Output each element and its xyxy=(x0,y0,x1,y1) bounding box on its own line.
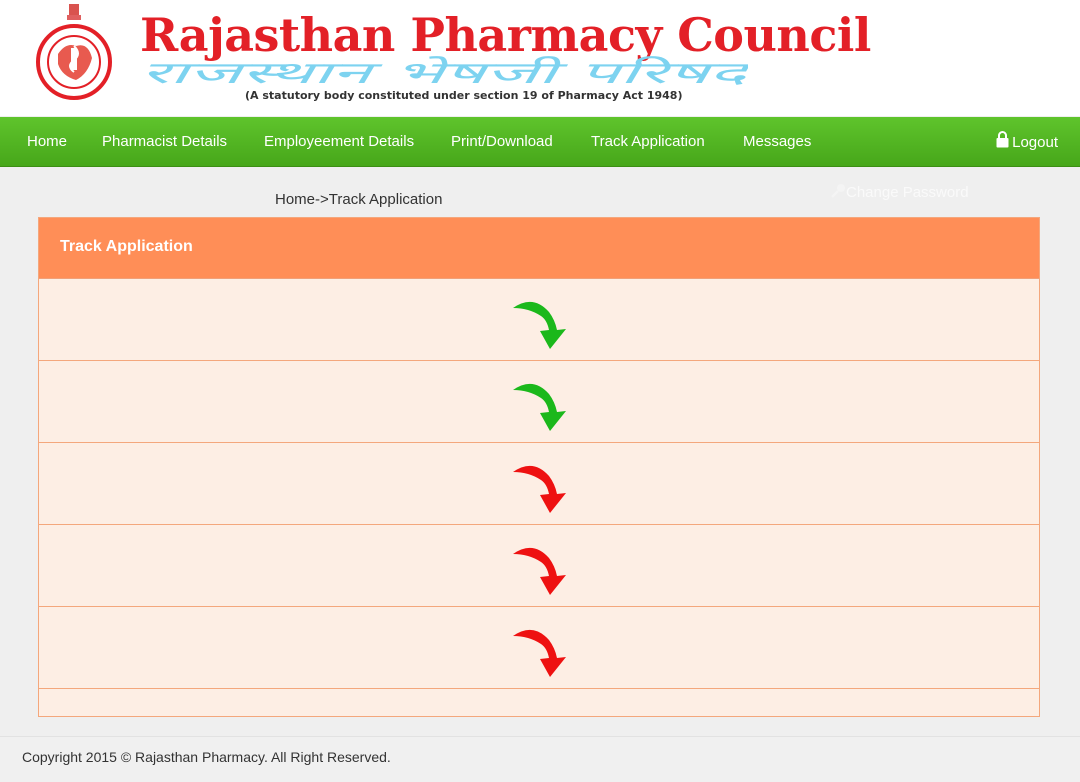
step-row xyxy=(39,360,1039,443)
step-row xyxy=(39,524,1039,607)
main-nav: Home Pharmacist Details Employeement Det… xyxy=(0,117,1080,167)
nav-pharmacist-details[interactable]: Pharmacist Details xyxy=(102,117,227,166)
green-arrow-icon xyxy=(513,383,566,431)
red-arrow-icon xyxy=(513,629,566,677)
site-subtitle: (A statutory body constituted under sect… xyxy=(245,89,683,102)
nav-messages[interactable]: Messages xyxy=(743,117,811,166)
step-row xyxy=(39,442,1039,525)
nav-track-application[interactable]: Track Application xyxy=(591,117,705,166)
council-seal-icon xyxy=(36,4,112,100)
green-arrow-icon xyxy=(513,301,566,349)
logout-button[interactable]: Logout xyxy=(996,117,1058,166)
red-arrow-icon xyxy=(513,547,566,595)
breadcrumb: Home->Track Application xyxy=(275,191,443,208)
logout-label: Logout xyxy=(1012,134,1058,151)
site-title: Rajasthan Pharmacy Council xyxy=(140,8,871,62)
step-row xyxy=(39,606,1039,689)
step-row xyxy=(39,278,1039,361)
copyright-text: Copyright 2015 © Rajasthan Pharmacy. All… xyxy=(22,749,391,765)
nav-print-download[interactable]: Print/Download xyxy=(451,117,553,166)
red-arrow-icon xyxy=(513,465,566,513)
change-password-label: Change Password xyxy=(846,184,969,201)
nav-employement-details[interactable]: Employeement Details xyxy=(264,117,414,166)
nav-home[interactable]: Home xyxy=(27,117,67,166)
panel-header: Track Application xyxy=(39,218,1039,279)
footer: Copyright 2015 © Rajasthan Pharmacy. All… xyxy=(0,736,1080,782)
lock-icon xyxy=(996,131,1009,148)
key-icon xyxy=(831,184,845,198)
site-title-hindi: राजस्थान भेषजी परिषद xyxy=(140,56,748,88)
change-password-link[interactable]: Change Password xyxy=(831,183,969,201)
panel-title: Track Application xyxy=(60,238,193,255)
svg-text:राजस्थान भेषजी परिषद: राजस्थान भेषजी परिषद xyxy=(140,56,748,88)
site-header: Rajasthan Pharmacy Council राजस्थान भेषज… xyxy=(0,0,1080,116)
track-application-panel: Track Application xyxy=(38,217,1040,717)
